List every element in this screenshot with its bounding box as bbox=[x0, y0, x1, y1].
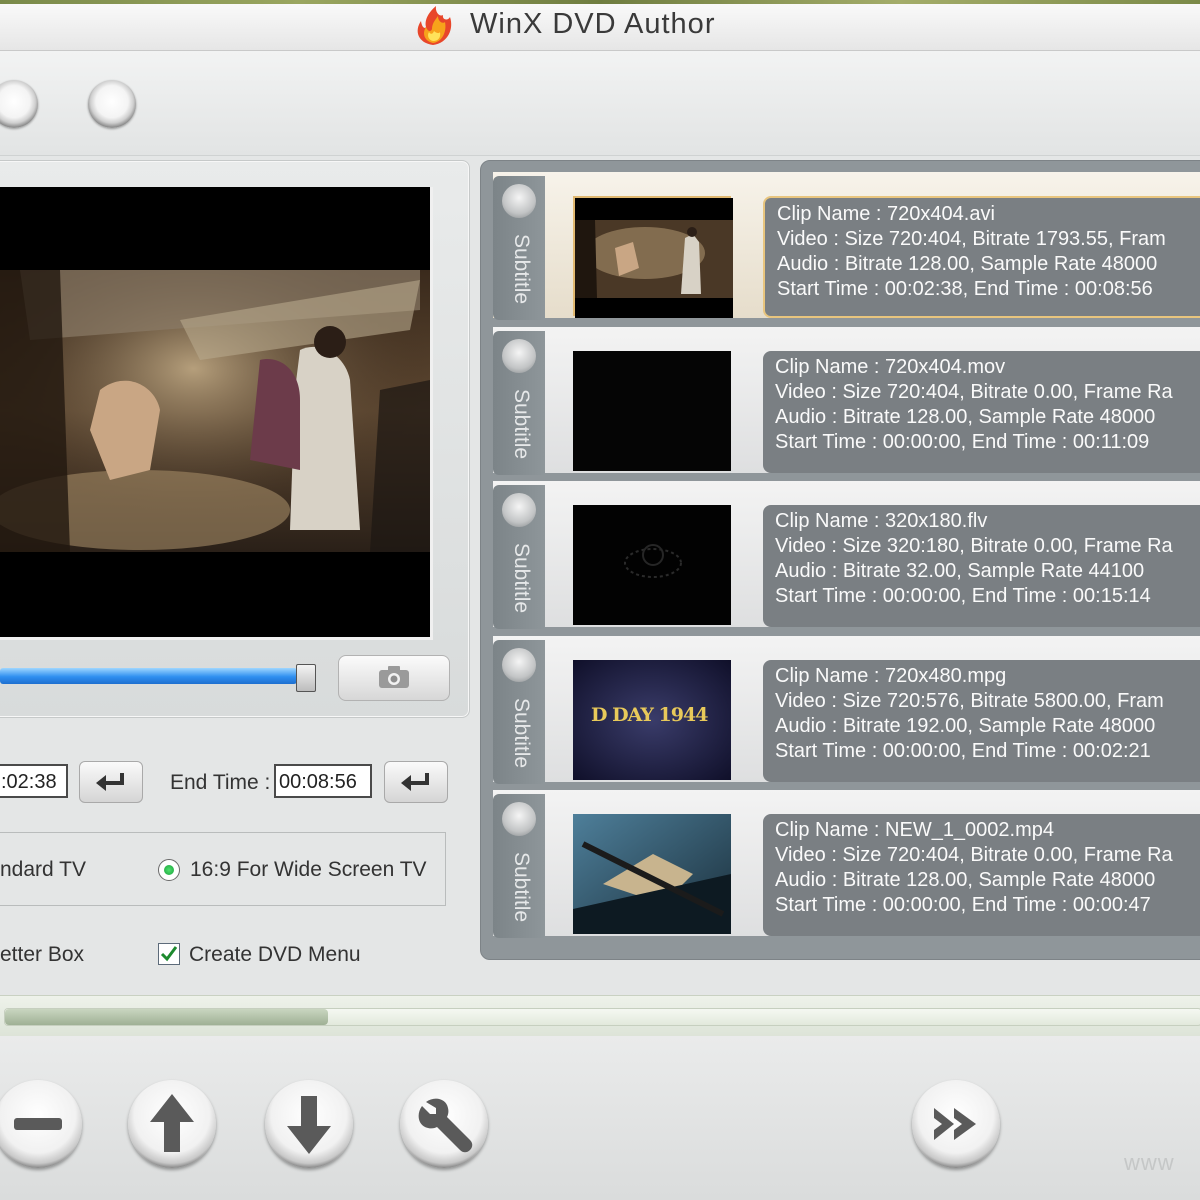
clip-times-text: Start Time : 00:00:00, End Time : 00:02:… bbox=[775, 740, 1151, 762]
clip-thumbnail[interactable] bbox=[573, 505, 731, 625]
subtitle-label[interactable]: Subtitle bbox=[505, 234, 533, 314]
burn-progress-fill bbox=[5, 1009, 328, 1025]
clip-video-text: Video : Size 320:180, Bitrate 0.00, Fram… bbox=[775, 535, 1173, 557]
window-title: WinX DVD Author bbox=[470, 8, 716, 40]
end-time-field[interactable]: 00:08:56 bbox=[274, 764, 372, 798]
toolbar bbox=[0, 51, 1200, 156]
move-up-button[interactable] bbox=[128, 1080, 216, 1168]
clip-name-text: Clip Name : NEW_1_0002.mp4 bbox=[775, 819, 1055, 841]
move-down-button[interactable] bbox=[265, 1080, 353, 1168]
clip-times-text: Start Time : 00:02:38, End Time : 00:08:… bbox=[777, 278, 1153, 300]
move-up-icon bbox=[150, 1094, 194, 1152]
settings-button[interactable] bbox=[400, 1080, 488, 1168]
clip-audio-text: Audio : Bitrate 32.00, Sample Rate 44100 bbox=[775, 560, 1145, 582]
wide-screen-option-label[interactable]: 16:9 For Wide Screen TV bbox=[190, 858, 427, 882]
subtitle-tab: Subtitle bbox=[493, 485, 545, 629]
clip-info-box[interactable]: Clip Name : 720x404.avi Video : Size 720:… bbox=[763, 196, 1200, 318]
subtitle-label[interactable]: Subtitle bbox=[505, 389, 533, 469]
create-dvd-menu-label[interactable]: Create DVD Menu bbox=[189, 943, 361, 967]
clip-row[interactable]: Subtitle Clip Name : 720x404.avi Video : S… bbox=[493, 172, 1200, 320]
subtitle-tab: Subtitle bbox=[493, 176, 545, 320]
clip-row[interactable]: Subtitle Clip Name : 720x404.mov Video : S… bbox=[493, 327, 1200, 475]
subtitle-tab: Subtitle bbox=[493, 794, 545, 938]
clip-info-box[interactable]: Clip Name : 720x404.mov Video : Size 720:… bbox=[763, 351, 1200, 473]
camera-icon bbox=[379, 666, 409, 688]
clip-audio-text: Audio : Bitrate 192.00, Sample Rate 4800… bbox=[775, 715, 1156, 737]
watermark: www bbox=[1124, 1150, 1175, 1175]
subtitle-tab: Subtitle bbox=[493, 331, 545, 475]
clip-name-text: Clip Name : 720x480.mpg bbox=[775, 665, 1007, 687]
checkmark-icon bbox=[160, 946, 178, 962]
set-end-time-button[interactable] bbox=[384, 761, 448, 803]
burn-progress-bar bbox=[0, 995, 1200, 1036]
end-time-label: End Time : bbox=[170, 771, 271, 794]
thumbnail-title-text: D DAY 1944 bbox=[591, 704, 708, 726]
enter-arrow-icon bbox=[401, 773, 429, 791]
subtitle-button[interactable] bbox=[502, 802, 536, 836]
seek-bar-handle[interactable] bbox=[296, 664, 316, 692]
clip-audio-text: Audio : Bitrate 128.00, Sample Rate 4800… bbox=[777, 253, 1158, 275]
subtitle-label[interactable]: Subtitle bbox=[505, 698, 533, 778]
move-down-icon bbox=[287, 1096, 331, 1154]
clip-times-text: Start Time : 00:00:00, End Time : 00:11:… bbox=[775, 431, 1150, 453]
clip-row[interactable]: Subtitle Clip Name : NEW_1_0002.mp4 Video … bbox=[493, 790, 1200, 938]
next-step-button[interactable] bbox=[912, 1080, 1000, 1168]
subtitle-button[interactable] bbox=[502, 184, 536, 218]
seek-bar[interactable] bbox=[0, 664, 318, 692]
letter-box-label[interactable]: etter Box bbox=[0, 943, 84, 967]
clip-video-text: Video : Size 720:404, Bitrate 0.00, Fram… bbox=[775, 844, 1173, 866]
flame-logo-icon bbox=[417, 6, 452, 45]
clip-name-text: Clip Name : 720x404.mov bbox=[775, 356, 1006, 378]
clip-thumbnail[interactable] bbox=[573, 351, 731, 471]
start-time-field[interactable]: :02:38 bbox=[0, 764, 68, 798]
clip-thumbnail[interactable]: D DAY 1944 bbox=[573, 660, 731, 780]
subtitle-button[interactable] bbox=[502, 493, 536, 527]
clip-times-text: Start Time : 00:00:00, End Time : 00:15:… bbox=[775, 585, 1151, 607]
clip-video-text: Video : Size 720:576, Bitrate 5800.00, F… bbox=[775, 690, 1164, 712]
video-frame-image bbox=[0, 270, 430, 552]
standard-tv-option-label[interactable]: ndard TV bbox=[0, 858, 86, 882]
clip-times-text: Start Time : 00:00:00, End Time : 00:00:… bbox=[775, 894, 1151, 916]
clip-audio-text: Audio : Bitrate 128.00, Sample Rate 4800… bbox=[775, 869, 1156, 891]
clip-info-box[interactable]: Clip Name : 320x180.flv Video : Size 320:… bbox=[763, 505, 1200, 627]
wide-screen-radio[interactable] bbox=[158, 859, 180, 881]
clip-thumbnail[interactable] bbox=[573, 196, 733, 318]
clip-thumbnail[interactable] bbox=[573, 814, 731, 934]
clip-info-box[interactable]: Clip Name : NEW_1_0002.mp4 Video : Size 7… bbox=[763, 814, 1200, 936]
clip-name-text: Clip Name : 320x180.flv bbox=[775, 510, 988, 532]
enter-arrow-icon bbox=[96, 773, 124, 791]
create-dvd-menu-checkbox[interactable] bbox=[158, 943, 180, 965]
subtitle-tab: Subtitle bbox=[493, 640, 545, 784]
set-start-time-button[interactable] bbox=[79, 761, 143, 803]
subtitle-label[interactable]: Subtitle bbox=[505, 543, 533, 623]
wrench-icon bbox=[418, 1098, 473, 1153]
subtitle-button[interactable] bbox=[502, 339, 536, 373]
next-icon bbox=[934, 1108, 976, 1140]
clip-video-text: Video : Size 720:404, Bitrate 0.00, Fram… bbox=[775, 381, 1173, 403]
snapshot-button[interactable] bbox=[338, 655, 450, 701]
clip-name-text: Clip Name : 720x404.avi bbox=[777, 203, 995, 225]
subtitle-button[interactable] bbox=[502, 648, 536, 682]
clip-row[interactable]: Subtitle D DAY 1944 Clip Name : 720x480.mp… bbox=[493, 636, 1200, 784]
subtitle-label[interactable]: Subtitle bbox=[505, 852, 533, 932]
clip-row[interactable]: Subtitle Clip Name : 320x180.flv Video : S… bbox=[493, 481, 1200, 629]
remove-clip-button[interactable] bbox=[0, 1080, 82, 1168]
clip-video-text: Video : Size 720:404, Bitrate 1793.55, F… bbox=[777, 228, 1166, 250]
clip-info-box[interactable]: Clip Name : 720x480.mpg Video : Size 720:… bbox=[763, 660, 1200, 782]
round-button-2[interactable] bbox=[88, 80, 136, 128]
remove-icon bbox=[14, 1118, 62, 1130]
clip-audio-text: Audio : Bitrate 128.00, Sample Rate 4800… bbox=[775, 406, 1156, 428]
seek-bar-fill bbox=[0, 668, 297, 684]
